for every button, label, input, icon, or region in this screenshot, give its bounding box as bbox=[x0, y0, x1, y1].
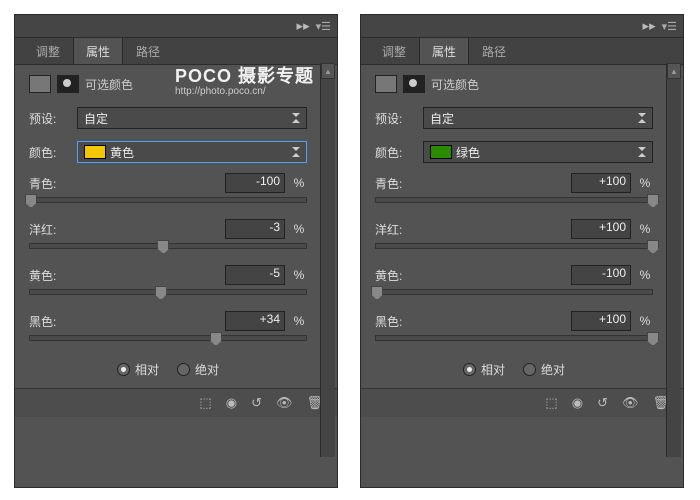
panel-header: 可选颜色 bbox=[361, 65, 667, 101]
preset-label: 预设: bbox=[29, 110, 69, 127]
cyan-label: 青色: bbox=[375, 175, 402, 192]
tab-path[interactable]: 路径 bbox=[123, 37, 173, 64]
collapse-icon[interactable]: ▸▸ bbox=[297, 18, 310, 34]
black-label: 黑色: bbox=[375, 313, 402, 330]
reset-icon[interactable]: ↺ bbox=[251, 395, 262, 411]
cyan-label: 青色: bbox=[29, 175, 56, 192]
collapse-icon[interactable]: ▸▸ bbox=[643, 18, 656, 34]
tab-properties[interactable]: 属性 bbox=[419, 37, 469, 64]
yellow-label: 黄色: bbox=[375, 267, 402, 284]
cyan-value[interactable]: +100 bbox=[571, 173, 631, 193]
black-slider[interactable] bbox=[29, 335, 307, 341]
color-dropdown[interactable]: 绿色 bbox=[423, 141, 653, 163]
yellow-value[interactable]: -5 bbox=[225, 265, 285, 285]
clip-icon[interactable]: ⬚ bbox=[545, 395, 557, 411]
visibility-icon[interactable]: 👁 bbox=[276, 395, 293, 411]
panel-title: 可选颜色 bbox=[431, 76, 479, 93]
clip-icon[interactable]: ⬚ bbox=[199, 395, 211, 411]
color-dropdown[interactable]: 黄色 bbox=[77, 141, 307, 163]
black-slider[interactable] bbox=[375, 335, 653, 341]
magenta-slider[interactable] bbox=[29, 243, 307, 249]
panel-topbar: ▸▸ ▾☰ bbox=[15, 15, 337, 38]
mask-icon[interactable] bbox=[57, 75, 79, 93]
cyan-slider[interactable] bbox=[375, 197, 653, 203]
black-value[interactable]: +34 bbox=[225, 311, 285, 331]
magenta-label: 洋红: bbox=[375, 221, 402, 238]
scrollbar[interactable]: ▲ bbox=[320, 63, 335, 457]
color-swatch bbox=[84, 145, 106, 159]
watermark: POCO 摄影专题 http://photo.poco.cn/ bbox=[175, 62, 314, 97]
panel-footer: ⬚ ◉ ↺ 👁 🗑 bbox=[361, 388, 683, 417]
magenta-value[interactable]: +100 bbox=[571, 219, 631, 239]
adjustment-icon bbox=[29, 75, 51, 93]
mask-icon[interactable] bbox=[403, 75, 425, 93]
tab-strip: 调整 属性 路径 bbox=[361, 38, 683, 65]
yellow-value[interactable]: -100 bbox=[571, 265, 631, 285]
radio-relative[interactable]: 相对 bbox=[117, 361, 159, 378]
magenta-slider[interactable] bbox=[375, 243, 653, 249]
visibility-icon[interactable]: 👁 bbox=[622, 395, 639, 411]
view-prev-icon[interactable]: ◉ bbox=[226, 395, 237, 411]
tab-adjust[interactable]: 调整 bbox=[23, 37, 73, 64]
radio-absolute[interactable]: 绝对 bbox=[177, 361, 219, 378]
panel-topbar: ▸▸ ▾☰ bbox=[361, 15, 683, 38]
color-label: 颜色: bbox=[29, 144, 69, 161]
panel-menu-icon[interactable]: ▾☰ bbox=[316, 20, 331, 33]
preset-label: 预设: bbox=[375, 110, 415, 127]
yellow-label: 黄色: bbox=[29, 267, 56, 284]
color-label: 颜色: bbox=[375, 144, 415, 161]
view-prev-icon[interactable]: ◉ bbox=[572, 395, 583, 411]
radio-absolute[interactable]: 绝对 bbox=[523, 361, 565, 378]
cyan-value[interactable]: -100 bbox=[225, 173, 285, 193]
reset-icon[interactable]: ↺ bbox=[597, 395, 608, 411]
cyan-slider[interactable] bbox=[29, 197, 307, 203]
yellow-slider[interactable] bbox=[29, 289, 307, 295]
black-value[interactable]: +100 bbox=[571, 311, 631, 331]
yellow-slider[interactable] bbox=[375, 289, 653, 295]
adjustment-icon bbox=[375, 75, 397, 93]
magenta-label: 洋红: bbox=[29, 221, 56, 238]
preset-dropdown[interactable]: 自定 bbox=[423, 107, 653, 129]
watermark-title: POCO 摄影专题 bbox=[175, 62, 314, 88]
color-swatch bbox=[430, 145, 452, 159]
magenta-value[interactable]: -3 bbox=[225, 219, 285, 239]
properties-panel-right: ▸▸ ▾☰ 调整 属性 路径 可选颜色 预设: 自定 颜色: 绿色 青色: +10… bbox=[360, 14, 684, 488]
tab-properties[interactable]: 属性 bbox=[73, 37, 123, 64]
preset-dropdown[interactable]: 自定 bbox=[77, 107, 307, 129]
radio-relative[interactable]: 相对 bbox=[463, 361, 505, 378]
tab-path[interactable]: 路径 bbox=[469, 37, 519, 64]
panel-footer: ⬚ ◉ ↺ 👁 🗑 bbox=[15, 388, 337, 417]
panel-title: 可选颜色 bbox=[85, 76, 133, 93]
scrollbar[interactable]: ▲ bbox=[666, 63, 681, 457]
black-label: 黑色: bbox=[29, 313, 56, 330]
tab-strip: 调整 属性 路径 bbox=[15, 38, 337, 65]
panel-menu-icon[interactable]: ▾☰ bbox=[662, 20, 677, 33]
tab-adjust[interactable]: 调整 bbox=[369, 37, 419, 64]
